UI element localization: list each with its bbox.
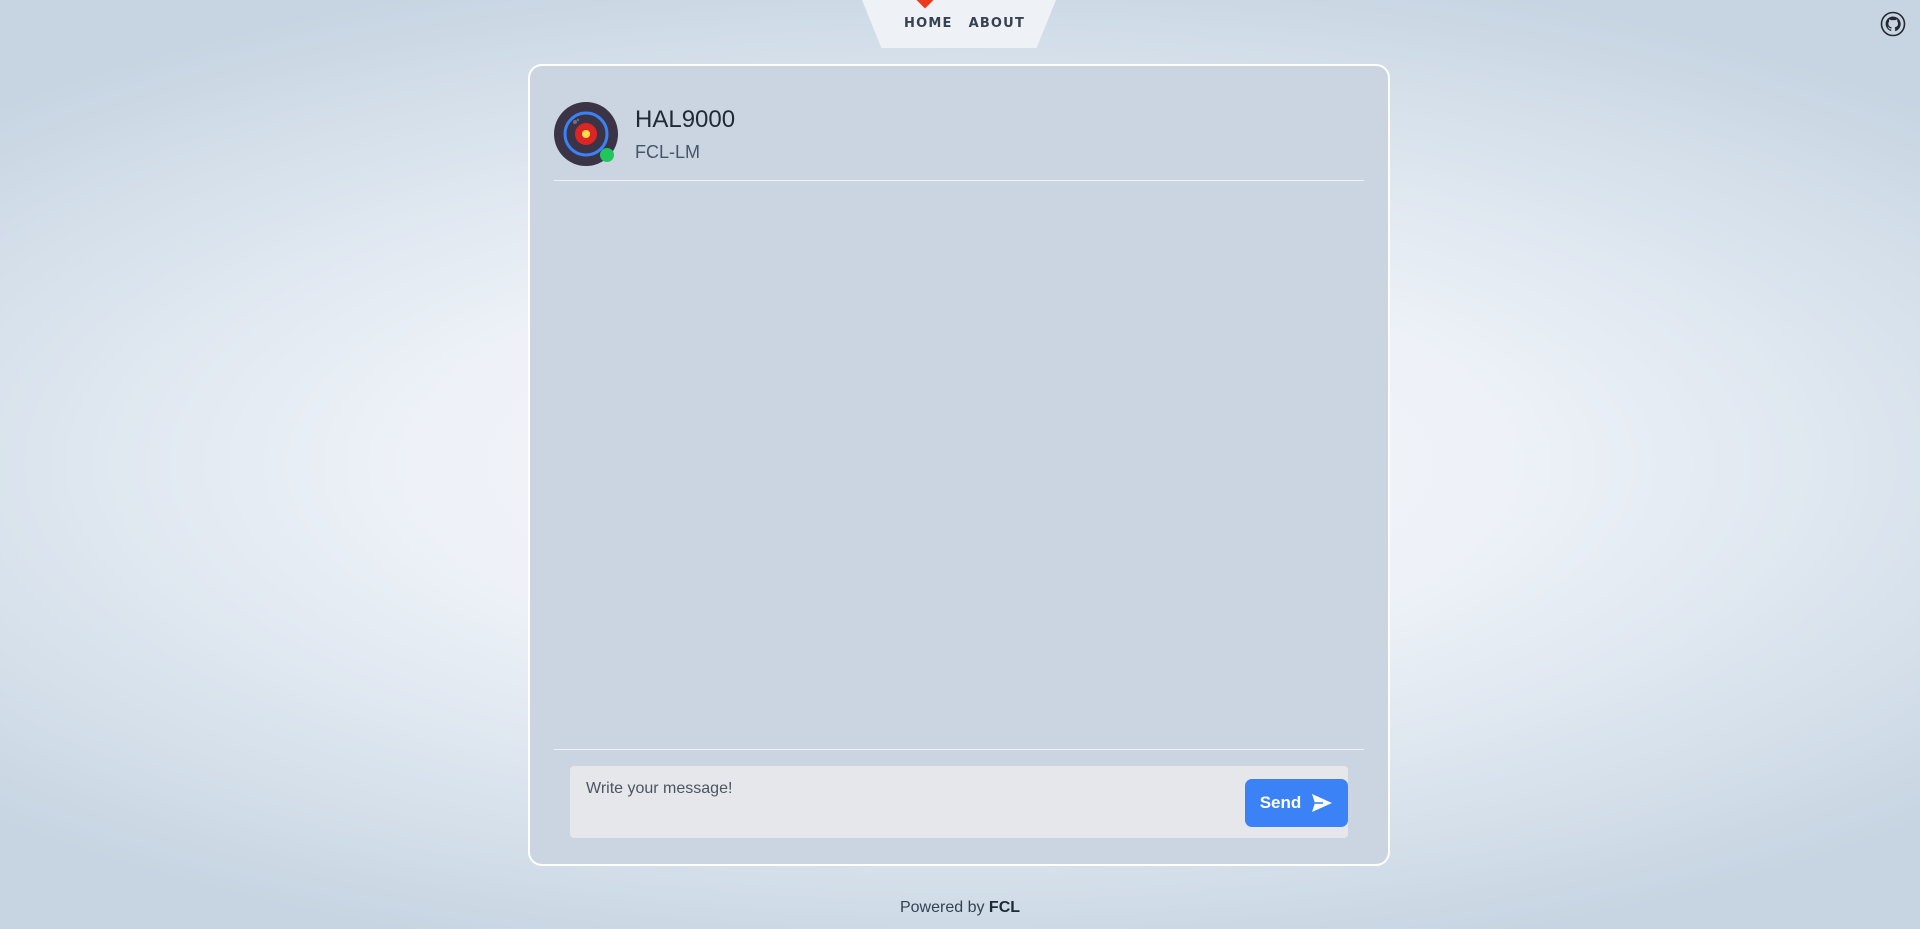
messages-area[interactable] (554, 182, 1364, 750)
message-input-box: Send (570, 766, 1348, 838)
nav-links: HOME ABOUT (904, 16, 1025, 31)
send-arrow-icon (1312, 794, 1333, 812)
powered-by-brand: FCL (988, 899, 1021, 916)
nav-home-link[interactable]: HOME (904, 16, 953, 31)
bot-name: HAL9000 (635, 106, 736, 133)
online-status-indicator (600, 148, 614, 162)
bot-model: FCL-LM (635, 142, 701, 162)
powered-by-prefix: Powered by (899, 899, 985, 916)
chat-card: HAL9000 FCL-LM Send (528, 64, 1390, 866)
chat-header: HAL9000 FCL-LM (554, 102, 1364, 181)
github-icon[interactable] (1880, 11, 1906, 37)
send-button-label: Send (1259, 793, 1302, 812)
powered-by: Powered by FCL (0, 899, 1920, 917)
message-input[interactable] (570, 766, 1210, 838)
send-button[interactable]: Send (1245, 779, 1348, 827)
nav-about-link[interactable]: ABOUT (969, 16, 1025, 31)
chat-footer: Send (554, 749, 1364, 864)
